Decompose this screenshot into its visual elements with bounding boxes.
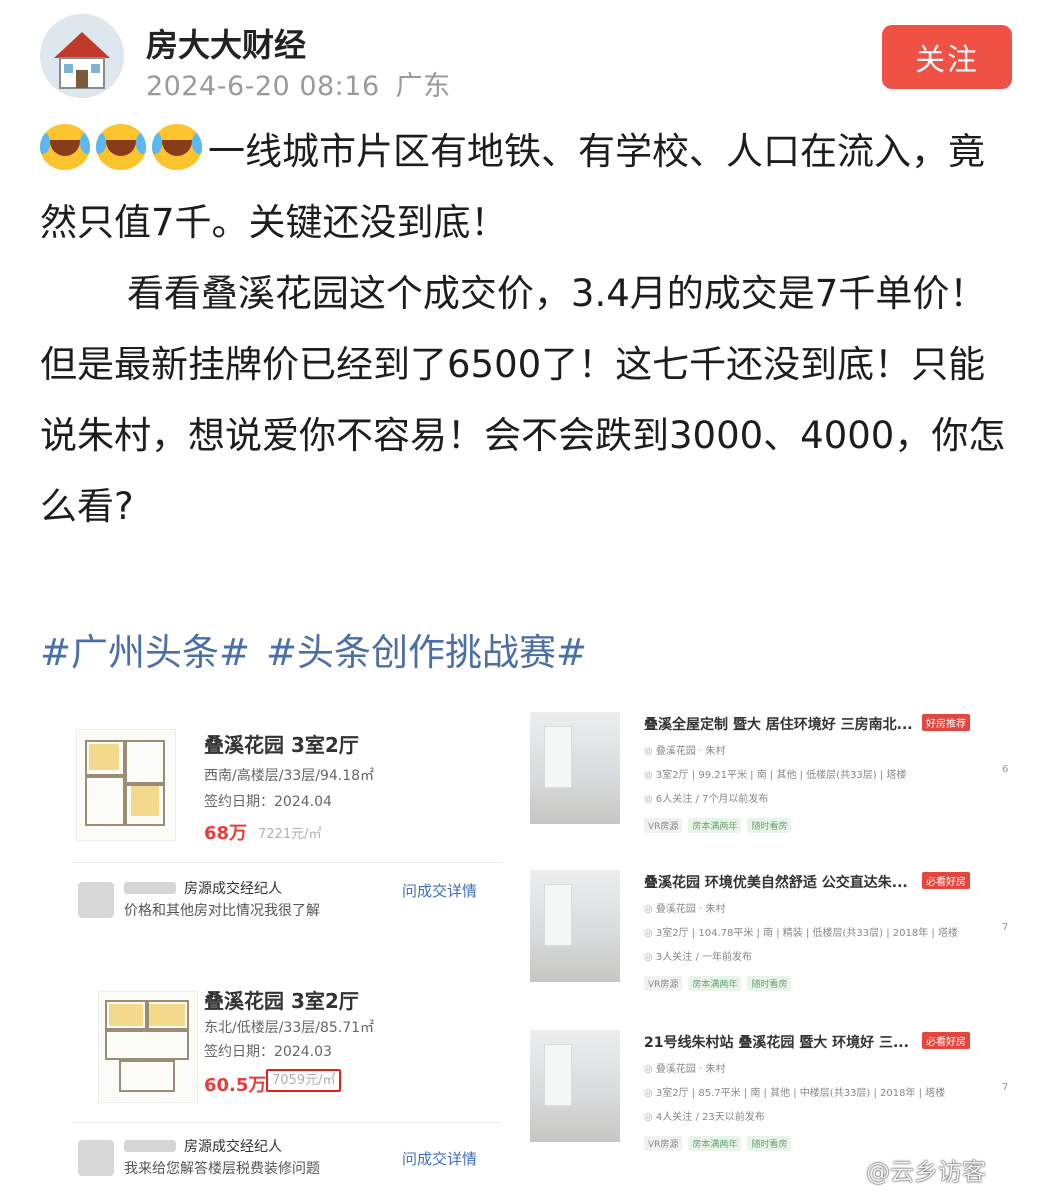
post-location: 广东 bbox=[395, 71, 451, 102]
agent-avatar bbox=[78, 882, 114, 918]
deal-title: 叠溪花园 3室2厅 bbox=[204, 989, 359, 1013]
hashtag-row: #广州头条# #头条创作挑战赛# bbox=[40, 622, 587, 676]
listing-count: 6 bbox=[1002, 764, 1009, 775]
listing-tags: VR房源 房本满两年 随时看房 bbox=[644, 972, 797, 991]
agent-role: 房源成交经纪人 bbox=[184, 881, 282, 897]
post-paragraph-1: 一线城市片区有地铁、有学校、人口在流入，竟然只值7千。关键还没到底！ bbox=[40, 116, 1020, 258]
listing-title: 叠溪全屋定制 暨大 居住环境好 三房南北... bbox=[644, 717, 913, 733]
deal-unit-price: 7221元/㎡ bbox=[258, 827, 322, 842]
post-content: 一线城市片区有地铁、有学校、人口在流入，竟然只值7千。关键还没到底！ 看看叠溪花… bbox=[40, 116, 1020, 542]
listing-tags: VR房源 房本满两年 随时看房 bbox=[644, 814, 797, 833]
post-date: 2024-6-20 08:16 bbox=[146, 71, 380, 102]
agent-desc: 价格和其他房对比情况我很了解 bbox=[124, 903, 320, 919]
listing-badge: 必看好房 bbox=[922, 1032, 970, 1049]
listing-badge: 好房推荐 bbox=[922, 714, 970, 731]
deal-unit-price-highlighted: 7059元/㎡ bbox=[266, 1069, 342, 1092]
deal-date: 签约日期：2024.03 bbox=[204, 1041, 332, 1061]
listing-tag: 房本满两年 bbox=[688, 818, 742, 833]
listing-followers: 4人关注 / 23天以前发布 bbox=[644, 1108, 765, 1123]
listing-detail: 3室2厅 | 104.78平米 | 南 | 精装 | 低楼层(共33层) | 2… bbox=[644, 924, 958, 939]
divider bbox=[72, 1122, 502, 1123]
agent-name-blurred bbox=[124, 1140, 176, 1152]
follow-button[interactable]: 关注 bbox=[882, 25, 1012, 89]
listing-detail: 3室2厅 | 85.7平米 | 南 | 其他 | 中楼层(共33层) | 201… bbox=[644, 1084, 945, 1099]
listing-photo bbox=[530, 712, 620, 824]
hashtag-guangzhou[interactable]: #广州头条# bbox=[40, 631, 250, 674]
ask-deal-detail-button[interactable]: 问成交详情 bbox=[402, 880, 477, 901]
listing-tag: VR房源 bbox=[644, 818, 683, 833]
deal-date: 签约日期：2024.04 bbox=[204, 791, 332, 811]
house-logo-icon bbox=[40, 14, 124, 98]
agent-name-blurred bbox=[124, 882, 176, 894]
post-paragraph-2: 看看叠溪花园这个成交价，3.4月的成交是7千单价！但是最新挂牌价已经到了6500… bbox=[40, 272, 1006, 528]
agent-row: 房源成交经纪人 价格和其他房对比情况我很了解 问成交详情 bbox=[72, 872, 502, 932]
divider bbox=[72, 862, 502, 863]
listing-area: 叠溪花园 · 朱村 bbox=[644, 1060, 726, 1075]
listing-tag: VR房源 bbox=[644, 976, 683, 991]
highlight-box: 7059元/㎡ bbox=[266, 1069, 342, 1092]
hashtag-challenge[interactable]: #头条创作挑战赛# bbox=[266, 631, 587, 674]
agent-desc: 我来给您解答楼层税费装修问题 bbox=[124, 1161, 320, 1177]
listing-followers: 3人关注 / 一年前发布 bbox=[644, 948, 752, 963]
author-avatar[interactable] bbox=[40, 14, 124, 98]
deal-date-label: 签约日期： bbox=[204, 794, 274, 810]
floor-plan-image bbox=[76, 729, 176, 841]
deal-card[interactable]: 叠溪花园 3室2厅 西南/高楼层/33层/94.18㎡ 签约日期：2024.04… bbox=[40, 707, 500, 857]
laugh-cry-emoji-icon bbox=[40, 124, 90, 170]
deal-info: 东北/低楼层/33层/85.71㎡ bbox=[204, 1020, 375, 1036]
deal-date-label: 签约日期： bbox=[204, 1044, 274, 1060]
deal-price: 68万 bbox=[204, 823, 248, 844]
listing-tags: VR房源 房本满两年 随时看房 bbox=[644, 1132, 797, 1151]
listing-photo bbox=[530, 1030, 620, 1142]
listing-detail: 3室2厅 | 99.21平米 | 南 | 其他 | 低楼层(共33层) | 塔楼 bbox=[644, 766, 907, 781]
agent-role: 房源成交经纪人 bbox=[184, 1139, 282, 1155]
watermark: @云乡访客 bbox=[866, 1158, 986, 1186]
listing-tag: 房本满两年 bbox=[688, 976, 742, 991]
agent-row: 房源成交经纪人 我来给您解答楼层税费装修问题 问成交详情 bbox=[72, 1130, 502, 1190]
deal-date-value: 2024.04 bbox=[274, 794, 332, 810]
deal-price: 60.5万 bbox=[204, 1075, 267, 1096]
listing-tag: 随时看房 bbox=[747, 976, 792, 991]
laugh-cry-emoji-icon bbox=[96, 124, 146, 170]
listing-tag: 随时看房 bbox=[747, 818, 792, 833]
listing-tag: 随时看房 bbox=[747, 1136, 792, 1151]
deal-card[interactable]: 叠溪花园 3室2厅 东北/低楼层/33层/85.71㎡ 签约日期：2024.03… bbox=[40, 965, 500, 1110]
deal-info: 西南/高楼层/33层/94.18㎡ bbox=[204, 768, 375, 784]
listing-card[interactable]: 叠溪全屋定制 暨大 居住环境好 三房南北... 好房推荐 叠溪花园 · 朱村 3… bbox=[526, 706, 1016, 846]
listing-count: 7 bbox=[1002, 1082, 1009, 1093]
listing-title: 叠溪花园 环境优美自然舒适 公交直达朱... bbox=[644, 875, 908, 891]
listing-area: 叠溪花园 · 朱村 bbox=[644, 742, 726, 757]
deal-date-value: 2024.03 bbox=[274, 1044, 332, 1060]
listing-tag: VR房源 bbox=[644, 1136, 683, 1151]
listing-area: 叠溪花园 · 朱村 bbox=[644, 900, 726, 915]
deal-title: 叠溪花园 3室2厅 bbox=[204, 733, 359, 757]
listing-title: 21号线朱村站 叠溪花园 暨大 环境好 三... bbox=[644, 1035, 909, 1051]
listing-photo bbox=[530, 870, 620, 982]
agent-avatar bbox=[78, 1140, 114, 1176]
listing-tag: 房本满两年 bbox=[688, 1136, 742, 1151]
listing-card[interactable]: 21号线朱村站 叠溪花园 暨大 环境好 三... 必看好房 叠溪花园 · 朱村 … bbox=[526, 1024, 1016, 1164]
listing-count: 7 bbox=[1002, 922, 1009, 933]
listing-badge: 必看好房 bbox=[922, 872, 970, 889]
listing-followers: 6人关注 / 7个月以前发布 bbox=[644, 790, 768, 805]
listing-card[interactable]: 叠溪花园 环境优美自然舒适 公交直达朱... 必看好房 叠溪花园 · 朱村 3室… bbox=[526, 864, 1016, 1004]
laugh-cry-emoji-icon bbox=[152, 124, 202, 170]
floor-plan-image bbox=[98, 991, 198, 1103]
author-name[interactable]: 房大大财经 bbox=[146, 20, 306, 66]
post-meta: 2024-6-20 08:16 广东 bbox=[146, 64, 451, 103]
ask-deal-detail-button[interactable]: 问成交详情 bbox=[402, 1148, 477, 1169]
